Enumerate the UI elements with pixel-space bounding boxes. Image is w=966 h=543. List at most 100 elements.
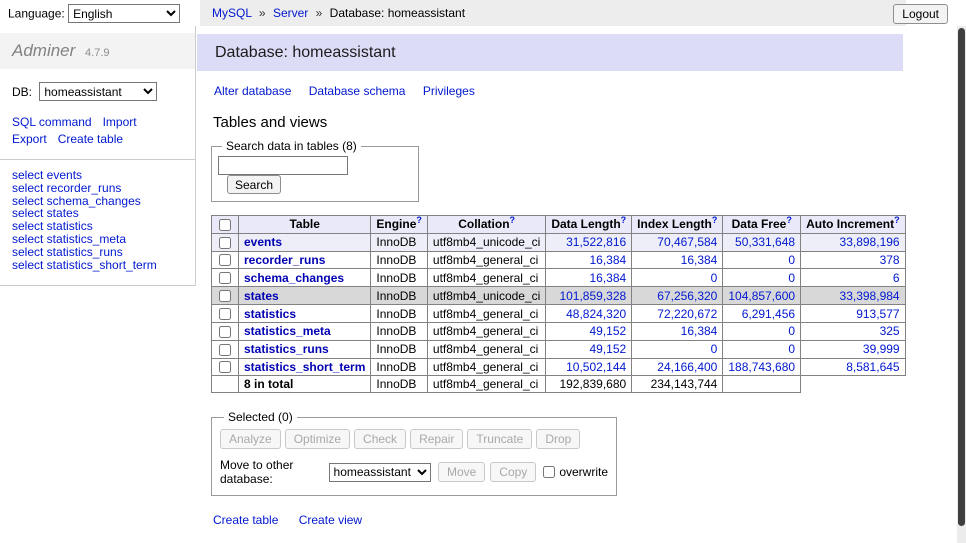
auto-increment-link[interactable]: 6	[893, 271, 900, 285]
table-link[interactable]: recorder_runs	[244, 253, 325, 267]
move-button[interactable]: Move	[438, 462, 485, 482]
select-all-checkbox[interactable]	[219, 219, 231, 231]
check-button[interactable]: Check	[354, 429, 406, 449]
auto-increment-cell: 39,999	[801, 340, 906, 358]
copy-button[interactable]: Copy	[490, 462, 536, 482]
sidebar-item-recorder-runs[interactable]: select recorder_runs	[12, 182, 183, 195]
data-free-link[interactable]: 50,331,648	[735, 235, 795, 249]
table-link[interactable]: states	[244, 289, 279, 303]
scrollbar-thumb[interactable]	[958, 28, 965, 526]
data-free-link[interactable]: 6,291,456	[742, 307, 795, 321]
data-free-link[interactable]: 104,857,600	[728, 289, 795, 303]
auto-increment-link[interactable]: 913,577	[856, 307, 899, 321]
language-area: Language: English	[8, 4, 180, 23]
logout-button[interactable]: Logout	[893, 4, 948, 24]
totals-cell: utf8mb4_general_ci	[427, 376, 545, 393]
index-length-link[interactable]: 0	[711, 271, 718, 285]
table-link[interactable]: schema_changes	[244, 271, 344, 285]
row-checkbox[interactable]	[219, 361, 231, 373]
index-length-link[interactable]: 70,467,584	[657, 235, 717, 249]
engine-cell: InnoDB	[371, 322, 428, 340]
index-length-link[interactable]: 67,256,320	[657, 289, 717, 303]
table-link[interactable]: events	[244, 235, 282, 249]
data-length-link[interactable]: 49,152	[589, 342, 626, 356]
data-length-link[interactable]: 31,522,816	[566, 235, 626, 249]
data-free-link[interactable]: 0	[788, 324, 795, 338]
data-length-link[interactable]: 16,384	[589, 253, 626, 267]
index-length-link[interactable]: 16,384	[681, 324, 718, 338]
column-help-link[interactable]: ?	[510, 215, 516, 225]
sidebar-item-statistics-short-term[interactable]: select statistics_short_term	[12, 259, 183, 272]
data-free-link[interactable]: 0	[788, 271, 795, 285]
row-checkbox[interactable]	[219, 237, 231, 249]
data-free-link[interactable]: 188,743,680	[728, 360, 795, 374]
sidebar-item-statistics-runs[interactable]: select statistics_runs	[12, 246, 183, 259]
breadcrumb-link-mysql[interactable]: MySQL	[212, 6, 252, 20]
row-checkbox[interactable]	[219, 344, 231, 356]
totals-cell: InnoDB	[371, 376, 428, 393]
db-label: DB:	[12, 85, 32, 99]
sidebar-link-export[interactable]: Export	[12, 132, 47, 146]
auto-increment-link[interactable]: 325	[880, 324, 900, 338]
analyze-button[interactable]: Analyze	[220, 429, 281, 449]
alter-database-link[interactable]: Alter database	[214, 84, 291, 98]
auto-increment-link[interactable]: 39,999	[863, 342, 900, 356]
sidebar-link-sql-command[interactable]: SQL command	[12, 115, 92, 129]
database-schema-link[interactable]: Database schema	[309, 84, 406, 98]
optimize-button[interactable]: Optimize	[285, 429, 350, 449]
language-select[interactable]: English	[68, 4, 180, 23]
data-length-link[interactable]: 48,824,320	[566, 307, 626, 321]
overwrite-checkbox[interactable]	[543, 466, 555, 478]
data-free-link[interactable]: 0	[788, 342, 795, 356]
data-length-link[interactable]: 49,152	[589, 324, 626, 338]
data-free-link[interactable]: 0	[788, 253, 795, 267]
row-select-cell	[212, 358, 239, 376]
data-length-link[interactable]: 101,859,328	[559, 289, 626, 303]
collation-cell: utf8mb4_general_ci	[427, 251, 545, 269]
row-checkbox[interactable]	[219, 326, 231, 338]
rows-cell: ~ 5	[905, 251, 906, 269]
privileges-link[interactable]: Privileges	[423, 84, 475, 98]
row-checkbox[interactable]	[219, 254, 231, 266]
auto-increment-link[interactable]: 33,898,196	[840, 235, 900, 249]
column-help-link[interactable]: ?	[786, 215, 792, 225]
index-length-link[interactable]: 72,220,672	[657, 307, 717, 321]
column-help-link[interactable]: ?	[712, 215, 718, 225]
search-input[interactable]	[218, 156, 348, 175]
search-button[interactable]: Search	[227, 175, 281, 194]
table-link[interactable]: statistics_meta	[244, 324, 331, 338]
breadcrumb-link-server[interactable]: Server	[273, 6, 308, 20]
db-select[interactable]: homeassistant	[39, 82, 157, 101]
auto-increment-link[interactable]: 33,398,984	[840, 289, 900, 303]
row-checkbox[interactable]	[219, 272, 231, 284]
scrollbar[interactable]	[957, 26, 966, 543]
index-length-link[interactable]: 0	[711, 342, 718, 356]
drop-button[interactable]: Drop	[536, 429, 580, 449]
table-link[interactable]: statistics	[244, 307, 296, 321]
data-length-link[interactable]: 16,384	[589, 271, 626, 285]
app-logo: Adminer 4.7.9	[0, 33, 195, 69]
index-length-link[interactable]: 16,384	[681, 253, 718, 267]
create-view-link[interactable]: Create view	[299, 513, 362, 527]
column-help-link[interactable]: ?	[894, 215, 900, 225]
truncate-button[interactable]: Truncate	[467, 429, 532, 449]
move-database-select[interactable]: homeassistant	[329, 463, 431, 482]
sidebar-item-events[interactable]: select events	[12, 169, 183, 182]
table-link[interactable]: statistics_short_term	[244, 360, 365, 374]
row-checkbox[interactable]	[219, 308, 231, 320]
auto-increment-link[interactable]: 8,581,645	[846, 360, 899, 374]
column-help-link[interactable]: ?	[416, 215, 422, 225]
index-length-link[interactable]: 24,166,400	[657, 360, 717, 374]
row-checkbox[interactable]	[219, 290, 231, 302]
data-free-cell: 0	[723, 322, 801, 340]
column-help-link[interactable]: ?	[621, 215, 627, 225]
data-free-cell: 0	[723, 251, 801, 269]
sidebar-link-create-table[interactable]: Create table	[58, 132, 123, 146]
auto-increment-link[interactable]: 378	[880, 253, 900, 267]
repair-button[interactable]: Repair	[410, 429, 463, 449]
create-table-link[interactable]: Create table	[213, 513, 278, 527]
sidebar-link-import[interactable]: Import	[103, 115, 137, 129]
data-length-link[interactable]: 10,502,144	[566, 360, 626, 374]
sidebar-item-statistics-meta[interactable]: select statistics_meta	[12, 233, 183, 246]
table-link[interactable]: statistics_runs	[244, 342, 329, 356]
